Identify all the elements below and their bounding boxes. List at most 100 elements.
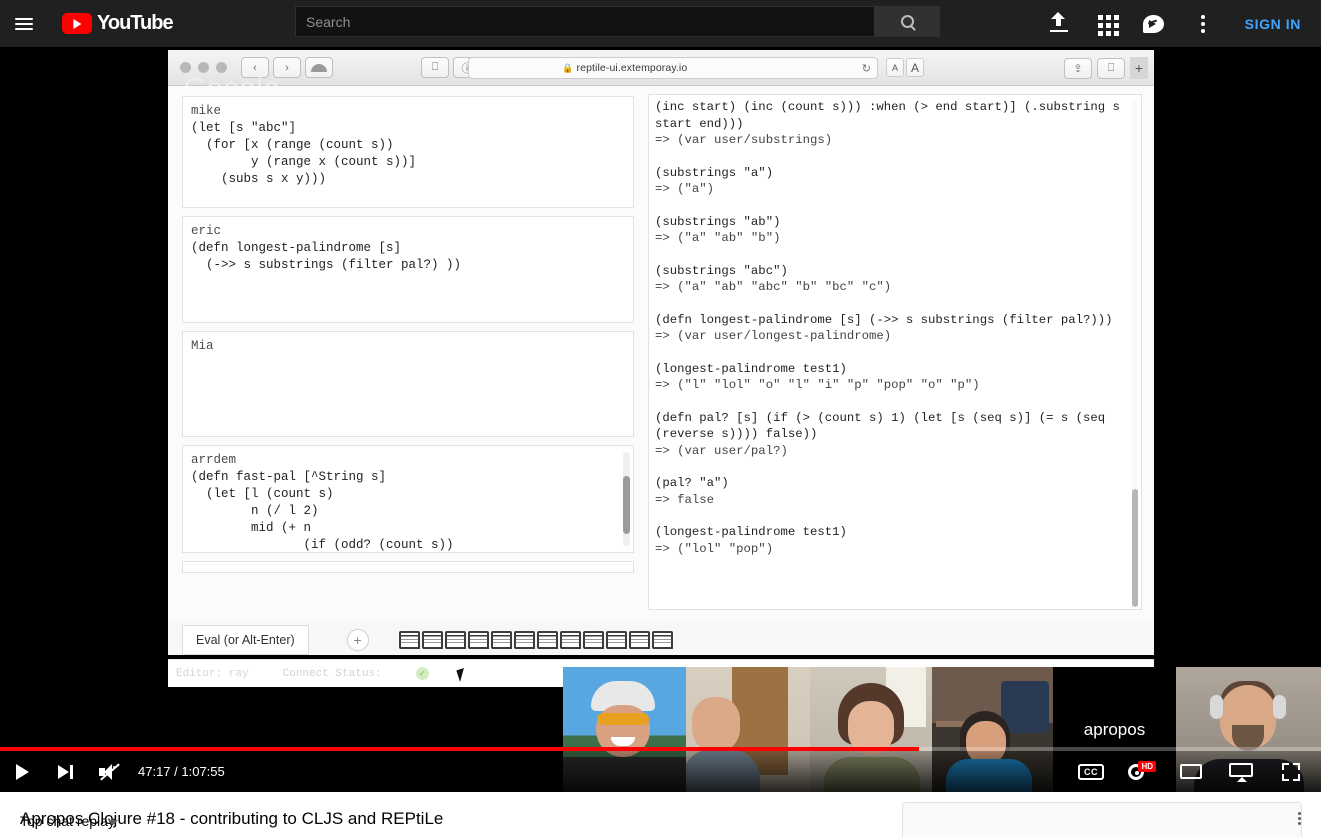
editor-panel-mike[interactable]: mike (let [s "abc"] (for [x (range (coun… [182, 96, 634, 208]
repl-scrollbar-thumb[interactable] [1132, 489, 1138, 607]
repl-column: (inc start) (inc (count s))) :when (> en… [648, 86, 1154, 621]
plus-circle-icon[interactable]: + [346, 629, 369, 651]
share-icon[interactable]: ⇪ [1064, 57, 1092, 79]
browser-nav-buttons: ‹ › [241, 57, 333, 78]
apps-grid-icon[interactable] [1095, 12, 1119, 36]
repl-output: => (var user/longest-palindrome) [655, 329, 892, 343]
repl-output: => (var user/pal?) [655, 443, 788, 458]
volume-muted-icon [99, 763, 121, 781]
more-vertical-icon[interactable] [1191, 12, 1215, 36]
editor-column: mike (let [s "abc"] (for [x (range (coun… [168, 86, 648, 621]
youtube-logo[interactable]: YouTube [62, 12, 174, 35]
settings-button[interactable]: HD [1119, 751, 1163, 792]
play-button[interactable] [0, 751, 44, 792]
sign-in-button[interactable]: SIGN IN [1239, 10, 1307, 38]
miniplayer-button[interactable] [1169, 751, 1213, 792]
panel-window-icon[interactable] [559, 631, 581, 649]
screen-share-content: ‹ › ⎕ ⓘ 🛡 🔒reptile-ui.extemporay.io ↻ A … [168, 50, 1154, 687]
editor-scrollbar-thumb[interactable] [623, 476, 630, 534]
panel-window-icon[interactable] [605, 631, 627, 649]
editor-user-label: mike [191, 104, 222, 118]
fullscreen-icon [1282, 762, 1300, 781]
font-increase-button[interactable]: A [906, 58, 924, 77]
time-display: 47:17 / 1:07:55 [138, 764, 225, 779]
volume-button[interactable] [88, 751, 132, 792]
masthead-actions: SIGN IN [1047, 0, 1307, 47]
address-bar[interactable]: 🔒 reptile-ui.extemporay.io ↻ [468, 57, 878, 79]
eval-button[interactable]: Eval (or Alt-Enter) [182, 625, 309, 655]
editor-user-label: eric [191, 224, 222, 238]
panel-window-icon[interactable] [444, 631, 466, 649]
play-icon [15, 763, 29, 780]
reptile-app-body: mike (let [s "abc"] (for [x (range (coun… [168, 86, 1154, 621]
youtube-play-icon [62, 13, 92, 34]
editor-panel-arrdem[interactable]: arrdem (defn fast-pal [^String s] (let [… [182, 445, 634, 553]
editor-user-label: arrdem [191, 453, 237, 467]
repl-input: (pal? "a") [655, 476, 729, 490]
chat-panel [902, 802, 1302, 837]
chevron-left-icon[interactable]: ‹ [241, 57, 269, 78]
address-bar-url: 🔒 reptile-ui.extemporay.io [562, 62, 688, 74]
next-video-button[interactable] [44, 751, 88, 792]
repl-input: (defn longest-palindrome [s] (->> s subs… [655, 312, 1113, 327]
panel-icon-strip [398, 631, 673, 649]
connected-check-icon: ✓ [415, 667, 429, 680]
font-decrease-button[interactable]: A [886, 58, 904, 77]
editor-panel-collapsed[interactable] [182, 561, 634, 573]
editor-code[interactable]: (defn longest-palindrome [s] (->> s subs… [191, 240, 625, 274]
next-video-icon [58, 764, 74, 780]
panel-window-icon[interactable] [421, 631, 443, 649]
messages-icon[interactable] [1142, 12, 1167, 36]
chat-header-label[interactable]: Top chat replay [20, 813, 115, 829]
repl-input: (longest-palindrome test1) [655, 361, 847, 376]
repl-output: => ("lol" "pop") [655, 541, 774, 556]
safari-browser-chrome: ‹ › ⎕ ⓘ 🛡 🔒reptile-ui.extemporay.io ↻ A … [168, 50, 1154, 103]
add-tab-button[interactable]: + [1130, 57, 1148, 79]
theater-mode-button[interactable] [1219, 751, 1263, 792]
panel-window-icon[interactable] [536, 631, 558, 649]
app-bottom-toolbar: Eval (or Alt-Enter) + [168, 621, 1154, 659]
panel-window-icon[interactable] [398, 631, 420, 649]
video-player[interactable]: ‹ › ⎕ ⓘ 🛡 🔒reptile-ui.extemporay.io ↻ A … [0, 47, 1321, 792]
repl-output: => ("a") [655, 182, 715, 196]
panel-window-icon[interactable] [513, 631, 535, 649]
repl-output-panel[interactable]: (inc start) (inc (count s))) :when (> en… [648, 94, 1142, 610]
captions-button[interactable]: CC [1069, 751, 1113, 792]
editor-code[interactable]: (defn fast-pal [^String s] (let [l (coun… [191, 469, 625, 552]
panel-window-icon[interactable] [490, 631, 512, 649]
panel-window-icon[interactable] [467, 631, 489, 649]
icloud-tabs-icon[interactable] [305, 57, 333, 78]
repl-input: (defn pal? [s] (if (> (count s) 1) (let … [655, 410, 1106, 442]
editor-code[interactable]: (let [s "abc"] (for [x (range (count s))… [191, 120, 625, 188]
upload-icon[interactable] [1047, 11, 1071, 36]
closed-captions-icon: CC [1078, 763, 1104, 780]
search-input[interactable] [295, 6, 875, 37]
chevron-down-icon[interactable] [108, 820, 118, 825]
player-controls-bar: 47:17 / 1:07:55 CC HD [0, 751, 1321, 792]
panel-window-icon[interactable] [582, 631, 604, 649]
fullscreen-button[interactable] [1269, 751, 1313, 792]
guide-menu-button[interactable] [0, 0, 48, 47]
repl-output: => ("a" "ab" "abc" "b" "bc" "c") [655, 280, 892, 294]
new-tab-icon[interactable]: ⎕ [1097, 57, 1125, 79]
repl-input: (longest-palindrome test1) [655, 525, 847, 539]
hamburger-menu-icon [15, 15, 33, 33]
editor-panel-mia[interactable]: Mia [182, 331, 634, 437]
repl-input: (substrings "ab") [655, 214, 781, 229]
theater-mode-icon [1229, 762, 1253, 782]
repl-output: => ("a" "ab" "b") [655, 231, 781, 245]
search-submit-button[interactable] [875, 6, 940, 37]
panel-window-icon[interactable] [651, 631, 673, 649]
repl-output: => (var user/substrings) [655, 133, 833, 147]
sidebar-toggle-icon[interactable]: ⎕ [421, 57, 449, 78]
chevron-right-icon[interactable]: › [273, 57, 301, 78]
apropos-label: apropos [1083, 719, 1146, 739]
chat-more-menu-icon[interactable] [1298, 812, 1301, 825]
font-size-controls: A A [886, 58, 924, 77]
below-player-area: Apropos Clojure #18 - contributing to CL… [0, 792, 1321, 837]
window-traffic-lights[interactable] [180, 62, 227, 73]
editor-panel-eric[interactable]: eric (defn longest-palindrome [s] (->> s… [182, 216, 634, 323]
reload-icon[interactable]: ↻ [862, 62, 871, 75]
panel-window-icon[interactable] [628, 631, 650, 649]
miniplayer-icon [1180, 764, 1202, 779]
